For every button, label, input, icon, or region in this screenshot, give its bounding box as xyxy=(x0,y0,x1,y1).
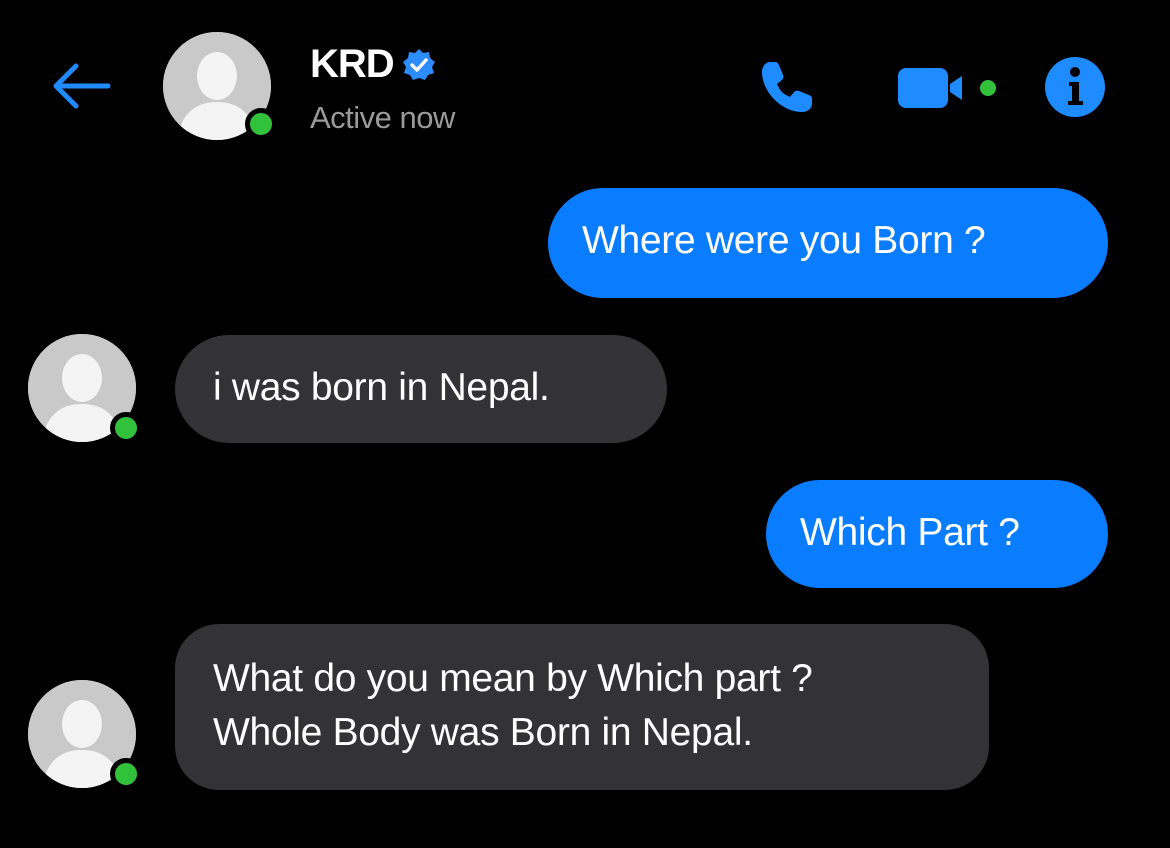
contact-title[interactable]: KRD xyxy=(310,42,436,87)
online-status-dot xyxy=(110,412,142,444)
contact-avatar[interactable] xyxy=(163,32,277,140)
back-button[interactable] xyxy=(46,56,116,116)
message-bubble-outgoing[interactable]: Which Part ? xyxy=(766,480,1108,588)
message-line: What do you mean by Which part ? xyxy=(213,657,813,700)
contact-name: KRD xyxy=(310,42,395,86)
call-button[interactable] xyxy=(752,52,822,122)
back-arrow-icon xyxy=(53,63,111,109)
active-status: Active now xyxy=(310,100,455,135)
video-call-icon xyxy=(898,68,996,108)
message-line: Whole Body was Born in Nepal. xyxy=(213,711,753,754)
phone-call-icon xyxy=(762,62,812,112)
contact-avatar-small[interactable] xyxy=(28,334,142,444)
video-call-button[interactable] xyxy=(894,60,1006,116)
verified-badge-icon xyxy=(402,48,435,80)
online-status-dot xyxy=(110,758,142,790)
contact-avatar-small[interactable] xyxy=(28,680,142,790)
info-button[interactable] xyxy=(1040,52,1110,122)
chat-header: KRD Active now xyxy=(0,0,1170,170)
message-bubble-outgoing[interactable]: Where were you Born ? xyxy=(548,188,1108,298)
info-icon xyxy=(1045,57,1105,117)
message-bubble-incoming[interactable]: What do you mean by Which part ? Whole B… xyxy=(175,624,989,790)
online-status-dot xyxy=(245,108,277,140)
message-bubble-incoming[interactable]: i was born in Nepal. xyxy=(175,335,667,443)
